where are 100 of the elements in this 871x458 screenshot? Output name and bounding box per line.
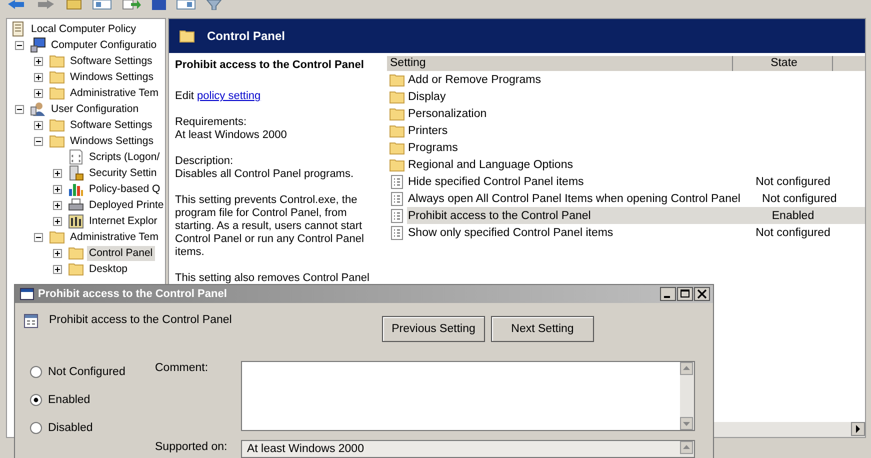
setting-state: Enabled	[770, 210, 816, 222]
folder-icon	[389, 90, 405, 104]
list-row[interactable]: Always open All Control Panel Items when opening Control Panel Not configured	[407, 190, 865, 207]
tree-item[interactable]: Scripts (Logon/	[87, 150, 162, 164]
list-row[interactable]: Prohibit access to the Control Panel Enabled	[407, 207, 865, 224]
script-icon	[68, 149, 84, 165]
setting-name: Prohibit access to the Control Panel	[49, 314, 232, 326]
previous-setting-button[interactable]: Previous Setting	[382, 316, 485, 342]
tree-item[interactable]: Software Settings	[68, 118, 154, 132]
setting-name: Printers	[407, 124, 449, 136]
radio-button[interactable]	[30, 422, 42, 434]
expand-icon[interactable]	[53, 184, 62, 194]
tree-item[interactable]: Local Computer Policy	[29, 22, 138, 36]
expand-icon[interactable]	[53, 200, 62, 210]
policy-icon	[23, 313, 39, 329]
policy-icon	[389, 190, 405, 206]
list-row[interactable]: Programs	[407, 139, 865, 156]
dialog-title: Prohibit access to the Control Panel	[38, 288, 227, 300]
folder-icon	[68, 246, 84, 260]
tree-item[interactable]: Security Settin	[87, 166, 159, 180]
tree-item[interactable]: Windows Settings	[68, 70, 156, 84]
setting-state: Not configured	[754, 226, 832, 238]
tree-item[interactable]: Administrative Tem	[68, 86, 161, 100]
policy-setting-link[interactable]: policy setting	[197, 90, 261, 102]
list-row[interactable]: Personalization	[407, 105, 865, 122]
maximize-icon[interactable]	[677, 287, 693, 301]
setting-state: Not configured	[754, 176, 832, 188]
collapse-icon[interactable]	[15, 104, 24, 114]
expand-icon[interactable]	[53, 248, 62, 258]
setting-name: Programs	[407, 142, 459, 154]
expand-icon[interactable]	[34, 120, 43, 130]
column-header[interactable]: Setting	[387, 56, 733, 71]
description-text: This setting prevents Control.exe, the program file for Control Panel, from starting. As a result, users cannot start Control Panel or run any Control Panel items.	[175, 194, 365, 259]
column-header[interactable]: State	[733, 56, 833, 71]
folder-icon	[389, 124, 405, 138]
export-icon[interactable]	[122, 0, 142, 10]
setting-name: Personalization	[407, 108, 488, 120]
setting-state: Not configured	[761, 192, 838, 204]
tree-item[interactable]: Software Settings	[68, 54, 154, 68]
folder-icon	[49, 70, 65, 84]
list-row[interactable]: Display	[407, 88, 865, 105]
pane-icon[interactable]	[176, 0, 196, 10]
expand-icon[interactable]	[53, 264, 62, 274]
setting-name: Add or Remove Programs	[407, 74, 542, 86]
tree-item[interactable]: Desktop	[87, 262, 130, 276]
folder-icon	[389, 158, 405, 172]
supported-on-label: Supported on:	[155, 440, 228, 455]
tree-item[interactable]: Administrative Tem	[68, 230, 161, 244]
collapse-icon[interactable]	[15, 40, 24, 50]
filter-icon[interactable]	[206, 0, 222, 10]
document-icon	[10, 21, 26, 37]
expand-icon[interactable]	[53, 216, 62, 226]
collapse-icon[interactable]	[34, 232, 43, 242]
setting-name: Hide specified Control Panel items	[407, 176, 585, 188]
radio-button[interactable]	[30, 394, 42, 406]
option-label: Enabled	[48, 394, 90, 406]
tree-item[interactable]: Windows Settings	[68, 134, 156, 148]
close-icon[interactable]	[694, 287, 710, 301]
description-text: This setting also removes Control Panel	[175, 272, 370, 285]
list-row[interactable]: Regional and Language Options	[407, 156, 865, 173]
tree-item[interactable]: Deployed Printe	[87, 198, 165, 212]
user-icon	[30, 101, 46, 117]
folder-icon	[49, 86, 65, 100]
folder-icon	[49, 54, 65, 68]
setting-name: Display	[407, 90, 447, 102]
header-title: Control Panel	[207, 29, 286, 43]
radio-button[interactable]	[30, 366, 42, 378]
expand-icon[interactable]	[34, 88, 43, 98]
back-icon[interactable]	[6, 0, 26, 10]
tree-item[interactable]: Control Panel	[87, 246, 155, 260]
bar-chart-icon	[68, 181, 84, 197]
minimize-icon[interactable]	[660, 287, 676, 301]
expand-icon[interactable]	[34, 56, 43, 66]
option-label: Disabled	[48, 422, 93, 434]
option-label: Not Configured	[48, 366, 126, 378]
scroll-right-icon[interactable]	[851, 422, 865, 436]
setting-name: Always open All Control Panel Items when opening Control Panel	[407, 192, 740, 204]
expand-icon[interactable]	[34, 72, 43, 82]
expand-icon[interactable]	[53, 168, 62, 178]
collapse-icon[interactable]	[34, 136, 43, 146]
next-setting-button[interactable]: Next Setting	[491, 316, 594, 342]
list-row[interactable]: Add or Remove Programs	[407, 71, 865, 88]
list-row[interactable]: Hide specified Control Panel items Not configured	[407, 173, 865, 190]
printer-icon	[68, 197, 84, 213]
tree-item[interactable]: Internet Explor	[87, 214, 160, 228]
description-text: Description:	[175, 155, 234, 168]
list-row[interactable]: Printers	[407, 122, 865, 139]
pane-icon[interactable]	[92, 0, 112, 10]
comment-label: Comment:	[155, 361, 210, 376]
policy-icon	[389, 224, 405, 240]
folder-icon	[49, 230, 65, 244]
setting-name: Regional and Language Options	[407, 158, 574, 170]
tree-item[interactable]: Policy-based Q	[87, 182, 162, 196]
tree-item[interactable]: User Configuration	[49, 102, 141, 116]
tree-item[interactable]: Computer Configuratio	[49, 38, 159, 52]
folder-icon	[68, 262, 84, 276]
setting-name: Prohibit access to the Control Panel	[407, 210, 592, 222]
folder-icon	[389, 106, 405, 120]
list-row[interactable]: Show only specified Control Panel items Not configured	[407, 224, 865, 241]
supported-on-field[interactable]: At least Windows 2000	[241, 440, 695, 458]
